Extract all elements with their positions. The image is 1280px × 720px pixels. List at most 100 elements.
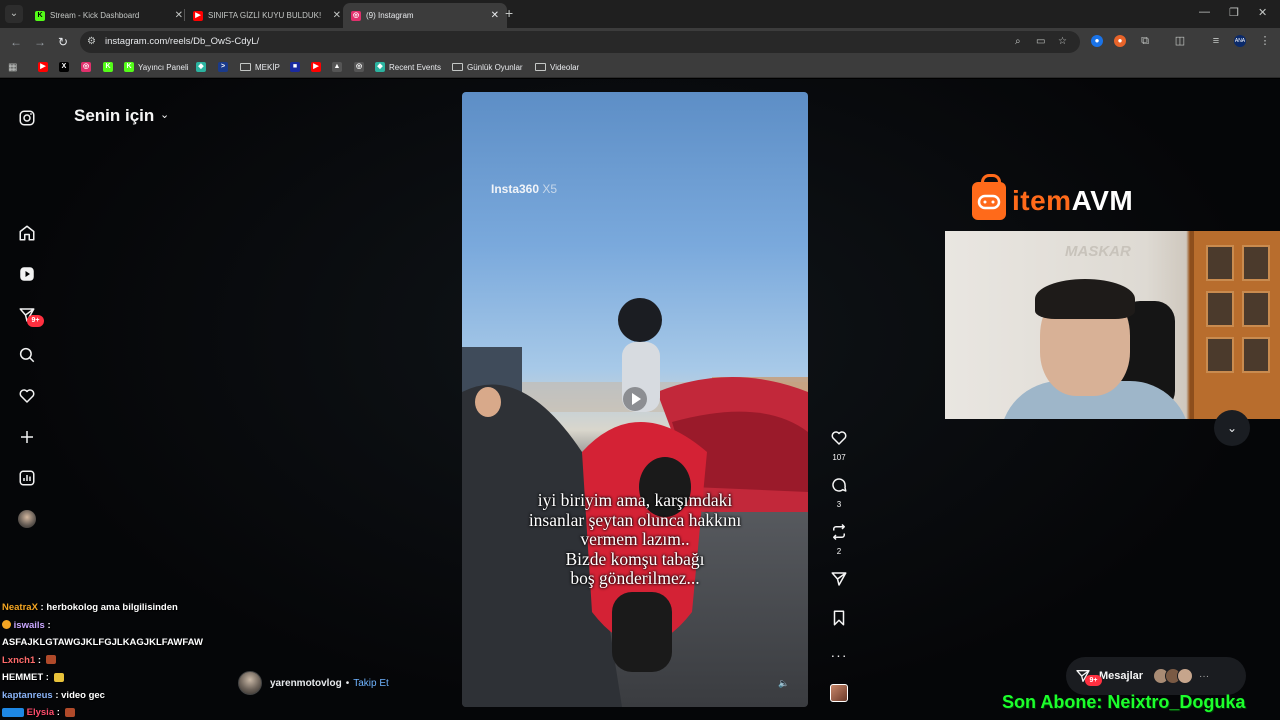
media-control-icon[interactable]: ≡	[1210, 35, 1222, 47]
tab-title: (9) Instagram	[366, 11, 414, 20]
mute-icon[interactable]: 🔈	[778, 678, 789, 689]
bookmark-item[interactable]: ◆	[196, 60, 210, 74]
menu-icon[interactable]: ⋮	[1259, 35, 1271, 47]
share-button[interactable]	[826, 570, 852, 593]
chat-message: iswails :	[2, 617, 232, 635]
extension-icon[interactable]: ●	[1114, 35, 1126, 47]
play-button[interactable]	[623, 387, 647, 411]
minimize-icon[interactable]: —	[1199, 6, 1210, 18]
reload-icon[interactable]: ↻	[58, 35, 68, 49]
bookmarks-bar: ▦ ▶ X ◎ K K Yayıncı Paneli ◆ > MEKİP ■ ▶ ▲ ◎ ◆ Recent …	[0, 56, 1280, 78]
caption-line: iyi biriyim ama, karşımdaki	[537, 490, 733, 510]
bookmark-item[interactable]: ▲	[332, 60, 346, 74]
close-icon[interactable]: ✕	[175, 10, 183, 21]
new-tab-button[interactable]: +	[505, 5, 513, 21]
folder-icon	[452, 63, 463, 71]
heart-icon	[831, 431, 847, 445]
bookmark-item[interactable]: ◎	[354, 60, 368, 74]
extensions-puzzle-icon[interactable]: ⧉	[1139, 35, 1151, 47]
tab-youtube-video[interactable]: ▶ SINIFTA GİZLİ KUYU BULDUK! ✕	[185, 3, 349, 28]
messages-badge: 9+	[1085, 675, 1102, 686]
close-icon[interactable]: ✕	[491, 10, 499, 21]
chat-username: Lxnch1	[2, 654, 36, 666]
side-panel-icon[interactable]: ◫	[1174, 35, 1186, 47]
settings-icon: ◎	[354, 62, 364, 72]
tab-search-button[interactable]: ⌄	[5, 5, 23, 23]
reels-icon[interactable]	[16, 263, 38, 285]
bookmark-item[interactable]: Videolar	[535, 60, 579, 74]
feed-title[interactable]: Senin için	[74, 106, 154, 126]
streamer-hair	[1035, 279, 1135, 319]
bookmark-label: Recent Events	[389, 62, 442, 72]
zoom-icon[interactable]: ⌕	[1015, 36, 1021, 47]
home-icon[interactable]	[16, 222, 38, 244]
bookmark-star-icon[interactable]: ☆	[1058, 36, 1067, 47]
comment-icon	[832, 478, 847, 492]
chat-message: ASFAJKLGTAWGJKLFGJLKAGJKLFAWFAW	[2, 634, 232, 652]
author-username[interactable]: yarenmotovlog	[270, 678, 342, 689]
dashboard-icon[interactable]	[16, 467, 38, 489]
bookmark-item[interactable]: ◎	[81, 60, 95, 74]
webcam-feed: MASKAR	[945, 231, 1280, 419]
comment-count: 3	[836, 500, 842, 509]
save-button[interactable]	[826, 609, 852, 632]
events-icon: ◆	[375, 62, 385, 72]
profile-avatar[interactable]: ANA	[1234, 35, 1246, 47]
repost-icon	[833, 523, 845, 541]
instagram-logo-icon[interactable]	[16, 107, 38, 129]
bookmark-item[interactable]: ▶	[311, 60, 325, 74]
bookmark-item[interactable]: X	[59, 60, 73, 74]
like-button[interactable]: 107	[826, 429, 852, 462]
scroll-down-chevron-icon[interactable]: ⌄	[1214, 410, 1250, 446]
chevron-down-icon[interactable]: ⌄	[160, 108, 169, 121]
bookmark-label: Günlük Oyunlar	[467, 62, 523, 72]
bookmark-item[interactable]: ▶	[38, 60, 52, 74]
reel-video[interactable]: Insta360 X5 iyi biriyim ama, karşımdaki …	[462, 92, 808, 707]
author-avatar[interactable]	[238, 671, 262, 695]
comment-button[interactable]: 3	[826, 476, 852, 509]
tab-kick-dashboard[interactable]: K Stream - Kick Dashboard ✕	[27, 3, 191, 28]
bookmark-item[interactable]: ■	[290, 60, 304, 74]
youtube-icon: ▶	[311, 62, 321, 72]
bookmark-item[interactable]: K Yayıncı Paneli	[124, 60, 189, 74]
close-window-icon[interactable]: ✕	[1258, 6, 1267, 19]
back-icon[interactable]: ←	[10, 35, 22, 49]
caption-line: Bizde komşu tabağı	[565, 548, 705, 569]
webcam-wall-text: MASKAR	[1065, 243, 1131, 260]
browser-toolbar: ← → ↻ ⚙ instagram.com/reels/Db_OwS-CdyL/…	[0, 28, 1280, 56]
bookmark-item[interactable]: >	[218, 60, 232, 74]
bookmark-item[interactable]: K	[103, 60, 117, 74]
more-options-icon[interactable]: ···	[826, 647, 852, 663]
url-text[interactable]: instagram.com/reels/Db_OwS-CdyL/	[105, 36, 259, 47]
chat-message: HEMMET :	[2, 669, 232, 687]
kick-icon: K	[103, 62, 113, 72]
tab-instagram[interactable]: ◎ (9) Instagram ✕	[343, 3, 507, 28]
sponsor-name-prefix: item	[1012, 185, 1072, 216]
chat-message: Elysia :	[2, 704, 232, 720]
site-info-icon[interactable]: ⚙	[87, 36, 96, 47]
bookmark-item[interactable]: MEKİP	[240, 60, 280, 74]
heart-icon[interactable]	[16, 385, 38, 407]
chat-username: kaptanreus	[2, 689, 53, 701]
search-icon[interactable]	[16, 344, 38, 366]
more-icon: ···	[1199, 670, 1210, 682]
create-icon[interactable]	[16, 426, 38, 448]
bookmark-item[interactable]: ◆ Recent Events	[375, 60, 441, 74]
repost-button[interactable]: 2	[826, 523, 852, 556]
chat-text: video gec	[61, 689, 105, 701]
profile-avatar[interactable]	[16, 508, 38, 530]
cast-icon[interactable]: ▭	[1036, 36, 1045, 47]
bookmark-item[interactable]: Günlük Oyunlar	[452, 60, 523, 74]
chat-emote-icon	[53, 672, 64, 682]
extension-icon[interactable]: ●	[1091, 35, 1103, 47]
chat-badge-icon	[2, 707, 24, 717]
address-bar[interactable]: ⚙ instagram.com/reels/Db_OwS-CdyL/ ⌕ ▭ ☆	[80, 31, 1080, 53]
audio-thumbnail[interactable]	[826, 684, 852, 702]
restore-icon[interactable]: ❐	[1229, 6, 1239, 19]
apps-icon[interactable]: ▦	[8, 60, 17, 74]
close-icon[interactable]: ✕	[333, 10, 341, 21]
forward-icon[interactable]: →	[34, 35, 46, 49]
kick-icon: K	[124, 62, 134, 72]
follow-button[interactable]: Takip Et	[353, 678, 389, 689]
bookmark-icon	[833, 610, 845, 626]
